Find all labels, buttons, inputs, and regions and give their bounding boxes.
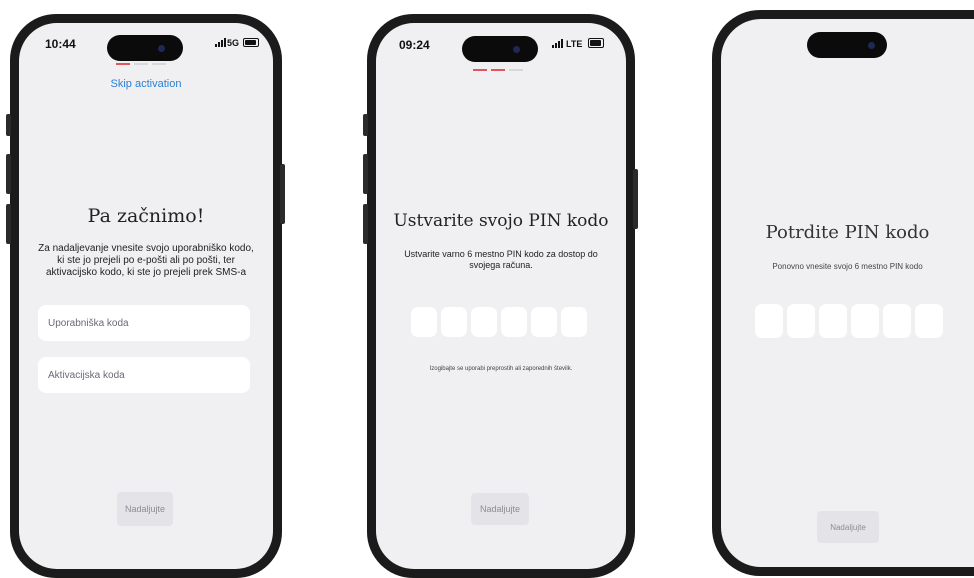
screen-confirm-pin: Potrdite PIN kodo Ponovno vnesite svojo …: [721, 19, 974, 567]
screen-create-pin: 09:24 LTE Ustvarite svojo PIN kodo Ustva…: [376, 23, 626, 569]
dynamic-island: [462, 36, 538, 62]
activation-code-input[interactable]: Aktivacijska koda: [38, 357, 250, 393]
pin-hint-text: Izogibajte se uporabi preprostih ali zap…: [429, 366, 573, 372]
instructions-text: Ponovno vnesite svojo 6 mestno PIN kodo: [772, 262, 923, 271]
side-button: [363, 154, 368, 194]
pin-digit-box[interactable]: [501, 307, 527, 337]
pin-digit-box[interactable]: [755, 304, 783, 338]
side-button: [280, 164, 285, 224]
pin-digit-box[interactable]: [471, 307, 497, 337]
instructions-text: Ustvarite varno 6 mestno PIN kodo za dos…: [404, 249, 598, 270]
page-title: Pa začnimo!: [87, 205, 205, 227]
progress-step-3: [509, 69, 523, 71]
phone-frame-3: Potrdite PIN kodo Ponovno vnesite svojo …: [712, 10, 974, 576]
network-label: LTE: [566, 39, 583, 49]
pin-digit-box[interactable]: [561, 307, 587, 337]
continue-button[interactable]: Nadaljujte: [471, 493, 529, 525]
page-title: Potrdite PIN kodo: [765, 222, 930, 243]
network-label: 5G: [227, 38, 240, 48]
pin-digit-box[interactable]: [819, 304, 847, 338]
status-time: 09:24: [399, 38, 430, 52]
continue-button[interactable]: Nadaljujte: [117, 492, 173, 526]
pin-digit-box[interactable]: [411, 307, 437, 337]
continue-button[interactable]: Nadaljujte: [817, 511, 879, 543]
progress-step-1: [473, 69, 487, 71]
phone-frame-1: 10:44 5G Skip activation Pa začnimo! Za …: [6, 14, 285, 578]
side-button: [6, 114, 11, 136]
pin-digit-box[interactable]: [531, 307, 557, 337]
instructions-text: Za nadaljevanje vnesite svojo uporabnišk…: [38, 243, 254, 278]
phone-frame-2: 09:24 LTE Ustvarite svojo PIN kodo Ustva…: [363, 14, 638, 578]
dynamic-island: [107, 35, 183, 61]
side-button: [6, 204, 11, 244]
pin-input[interactable]: [411, 307, 587, 337]
pin-digit-box[interactable]: [851, 304, 879, 338]
user-code-input[interactable]: Uporabniška koda: [38, 305, 250, 341]
side-button: [363, 114, 368, 136]
pin-digit-box[interactable]: [915, 304, 943, 338]
progress-step-3: [152, 63, 166, 65]
pin-digit-box[interactable]: [883, 304, 911, 338]
skip-activation-link[interactable]: Skip activation: [19, 78, 273, 90]
battery-icon: [243, 38, 259, 47]
progress-indicator: [116, 63, 166, 65]
pin-input[interactable]: [755, 304, 943, 338]
pin-digit-box[interactable]: [787, 304, 815, 338]
side-button: [6, 154, 11, 194]
side-button: [633, 169, 638, 229]
pin-digit-box[interactable]: [441, 307, 467, 337]
signal-icon: [552, 39, 563, 48]
progress-step-1: [116, 63, 130, 65]
progress-indicator: [473, 69, 523, 71]
progress-step-2: [491, 69, 505, 71]
screen-activation: 10:44 5G Skip activation Pa začnimo! Za …: [19, 23, 273, 569]
progress-step-2: [134, 63, 148, 65]
signal-icon: [215, 38, 226, 47]
dynamic-island: [807, 32, 887, 58]
side-button: [363, 204, 368, 244]
page-title: Ustvarite svojo PIN kodo: [393, 211, 609, 231]
battery-icon: [588, 38, 604, 48]
status-time: 10:44: [45, 37, 76, 51]
